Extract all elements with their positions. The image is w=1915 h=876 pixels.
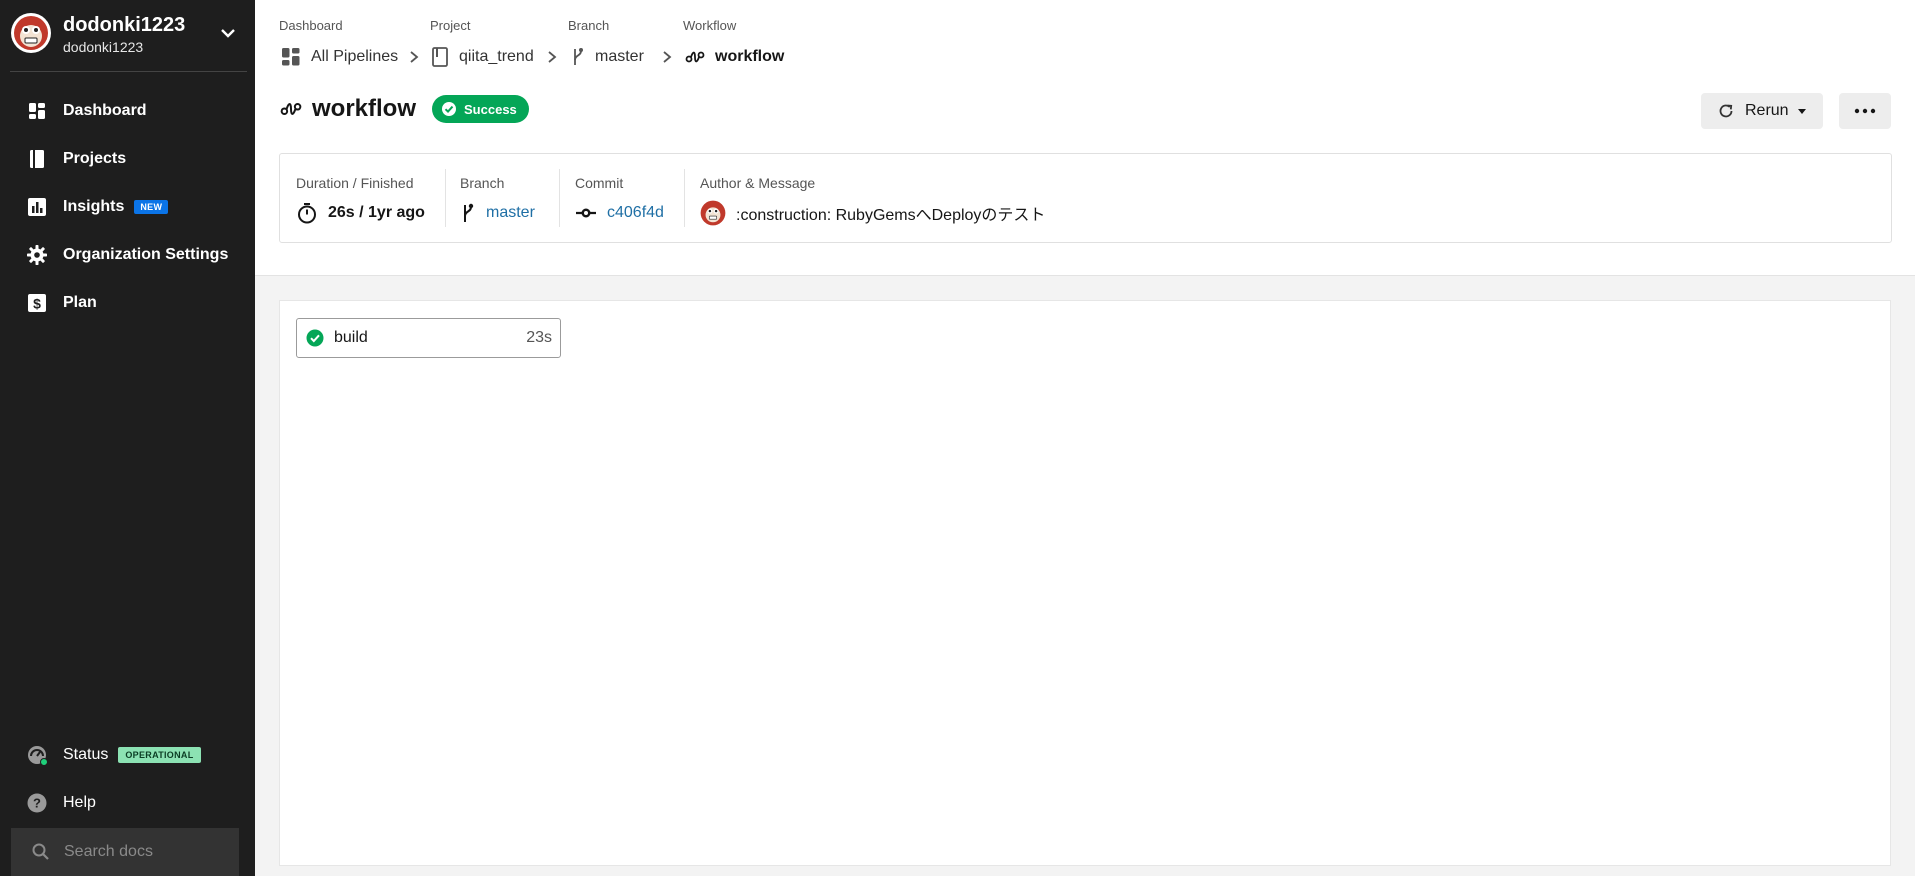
gear-icon bbox=[27, 245, 47, 265]
search-docs[interactable] bbox=[11, 828, 239, 876]
breadcrumb-all-pipelines[interactable]: All Pipelines bbox=[281, 45, 398, 69]
sidebar-item-label: Status bbox=[63, 746, 109, 763]
sidebar-item-projects[interactable]: Projects bbox=[26, 145, 126, 173]
breadcrumb-branch[interactable]: master bbox=[571, 45, 644, 69]
workflow-icon bbox=[280, 103, 302, 115]
dashboard-icon bbox=[282, 48, 300, 66]
page-title: workflow bbox=[312, 95, 417, 122]
sidebar-item-organization-settings[interactable]: Organization Settings bbox=[26, 241, 228, 269]
breadcrumb-workflow[interactable]: workflow bbox=[685, 45, 784, 69]
duration-text: 26s / 1yr ago bbox=[328, 204, 425, 221]
breadcrumb-label-project: Project bbox=[430, 18, 471, 33]
workflow-icon bbox=[685, 51, 705, 63]
divider bbox=[684, 169, 685, 227]
book-icon bbox=[30, 150, 44, 168]
chevron-right-icon bbox=[548, 51, 557, 63]
branch-link[interactable]: master bbox=[486, 204, 535, 222]
commit-icon bbox=[576, 208, 596, 218]
sidebar-item-status[interactable]: Status OPERATIONAL bbox=[26, 741, 201, 769]
dashboard-icon bbox=[29, 103, 45, 119]
sidebar-item-label: Projects bbox=[63, 150, 127, 167]
breadcrumb-text: qiita_trend bbox=[459, 48, 534, 65]
search-icon bbox=[32, 843, 49, 860]
timer-icon bbox=[298, 203, 316, 224]
sidebar-item-label: Plan bbox=[63, 294, 97, 311]
org-switcher[interactable]: dodonki1223 dodonki1223 bbox=[10, 10, 247, 72]
meta-value: :construction: RubyGemsへDeployのテスト bbox=[700, 200, 1045, 226]
rerun-label: Rerun bbox=[1745, 102, 1789, 119]
operational-badge: OPERATIONAL bbox=[118, 747, 201, 763]
sidebar: dodonki1223 dodonki1223 Dashboard Projec… bbox=[0, 0, 255, 876]
title-row: workflow Success bbox=[280, 95, 529, 123]
caret-down-icon bbox=[1797, 109, 1806, 114]
more-icon bbox=[1854, 108, 1876, 114]
sidebar-item-dashboard[interactable]: Dashboard bbox=[26, 97, 147, 125]
breadcrumb-label-branch: Branch bbox=[568, 18, 610, 33]
chevron-down-icon bbox=[221, 29, 235, 38]
commit-message: :construction: RubyGemsへDeployのテスト bbox=[736, 207, 1046, 224]
breadcrumb-text: master bbox=[595, 48, 644, 65]
branch-icon bbox=[464, 203, 474, 222]
meta-value: master bbox=[460, 200, 535, 226]
chevron-right-icon bbox=[663, 51, 672, 63]
chevron-right-icon bbox=[410, 51, 419, 63]
refresh-icon bbox=[1719, 104, 1733, 118]
new-badge: NEW bbox=[134, 200, 169, 214]
more-actions-button[interactable] bbox=[1839, 93, 1891, 129]
job-build[interactable]: build 23s bbox=[296, 318, 561, 358]
sidebar-item-label: Organization Settings bbox=[63, 246, 229, 263]
search-input[interactable] bbox=[64, 843, 224, 861]
dollar-icon: $ bbox=[28, 294, 46, 312]
help-icon: ? bbox=[27, 793, 47, 813]
meta-label: Author & Message bbox=[700, 175, 816, 191]
commit-link[interactable]: c406f4d bbox=[607, 204, 664, 222]
pipeline-meta-card: Duration / Finished 26s / 1yr ago Branch bbox=[279, 153, 1892, 243]
org-username: dodonki1223 bbox=[63, 39, 144, 55]
meta-label: Commit bbox=[575, 175, 624, 191]
job-name: build bbox=[334, 329, 368, 346]
rerun-button[interactable]: Rerun bbox=[1701, 93, 1823, 129]
insights-icon bbox=[28, 198, 46, 216]
status-text: Success bbox=[464, 101, 517, 117]
sidebar-item-label: Help bbox=[63, 794, 96, 811]
breadcrumb-label-workflow: Workflow bbox=[683, 18, 737, 33]
status-badge: Success bbox=[432, 95, 529, 123]
meta-value: 26s / 1yr ago bbox=[296, 200, 425, 226]
status-icon bbox=[28, 746, 48, 766]
svg-text:?: ? bbox=[33, 796, 41, 811]
project-icon bbox=[432, 47, 448, 67]
sidebar-item-help[interactable]: ? Help bbox=[26, 789, 96, 817]
sidebar-item-plan[interactable]: $ Plan bbox=[26, 289, 97, 317]
meta-label: Branch bbox=[460, 175, 505, 191]
page-header: Dashboard All Pipelines Project qiita_tr… bbox=[255, 0, 1915, 276]
meta-value: c406f4d bbox=[575, 200, 664, 226]
breadcrumb-text: workflow bbox=[715, 48, 785, 65]
sidebar-item-insights[interactable]: Insights NEW bbox=[26, 193, 169, 221]
breadcrumb-text: All Pipelines bbox=[311, 48, 399, 65]
sidebar-item-label: Dashboard bbox=[63, 102, 147, 119]
avatar bbox=[11, 13, 51, 53]
svg-text:$: $ bbox=[33, 296, 41, 312]
breadcrumb-label-dashboard: Dashboard bbox=[279, 18, 343, 33]
divider bbox=[559, 169, 560, 227]
check-circle-icon bbox=[442, 102, 457, 116]
success-icon bbox=[306, 329, 324, 347]
workflow-graph: build 23s bbox=[279, 300, 1891, 866]
sidebar-item-label: Insights bbox=[63, 198, 125, 215]
job-duration: 23s bbox=[526, 329, 552, 346]
meta-label: Duration / Finished bbox=[296, 175, 414, 191]
breadcrumb-project[interactable]: qiita_trend bbox=[431, 45, 534, 69]
author-avatar bbox=[700, 200, 726, 226]
divider bbox=[445, 169, 446, 227]
org-name: dodonki1223 bbox=[63, 14, 186, 36]
branch-icon bbox=[574, 48, 583, 65]
